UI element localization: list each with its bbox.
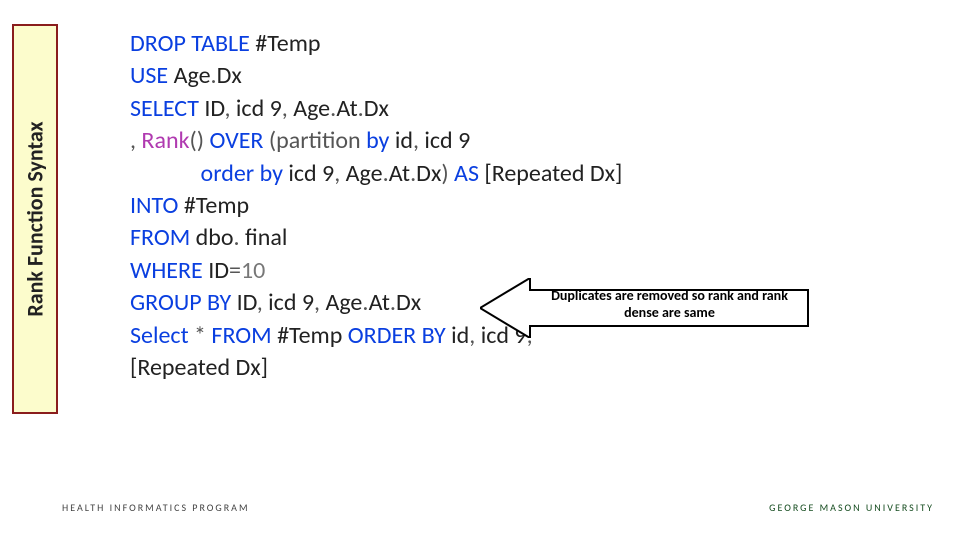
footer-right: GEORGE MASON UNIVERSITY bbox=[769, 501, 934, 514]
code-line-3: SELECT ID, icd 9, Age.At.Dx bbox=[130, 93, 930, 125]
callout-text: Duplicates are removed so rank and rank … bbox=[542, 288, 797, 322]
footer-left: HEALTH INFORMATICS PROGRAM bbox=[62, 501, 250, 514]
code-line-7: FROM dbo. final bbox=[130, 222, 930, 254]
sidebar-tab: Rank Function Syntax bbox=[12, 24, 58, 414]
callout-arrow: Duplicates are removed so rank and rank … bbox=[480, 278, 810, 338]
code-line-6: INTO #Temp bbox=[130, 190, 930, 222]
code-line-4: , Rank() OVER (partition by id, icd 9 bbox=[130, 125, 930, 157]
slide: Rank Function Syntax DROP TABLE #Temp US… bbox=[0, 0, 960, 540]
sidebar-label: Rank Function Syntax bbox=[22, 121, 49, 316]
code-line-11: [Repeated Dx] bbox=[130, 352, 930, 384]
code-line-1: DROP TABLE #Temp bbox=[130, 28, 930, 60]
code-line-2: USE Age.Dx bbox=[130, 60, 930, 92]
code-line-5: order by icd 9, Age.At.Dx) AS [Repeated … bbox=[130, 158, 930, 190]
